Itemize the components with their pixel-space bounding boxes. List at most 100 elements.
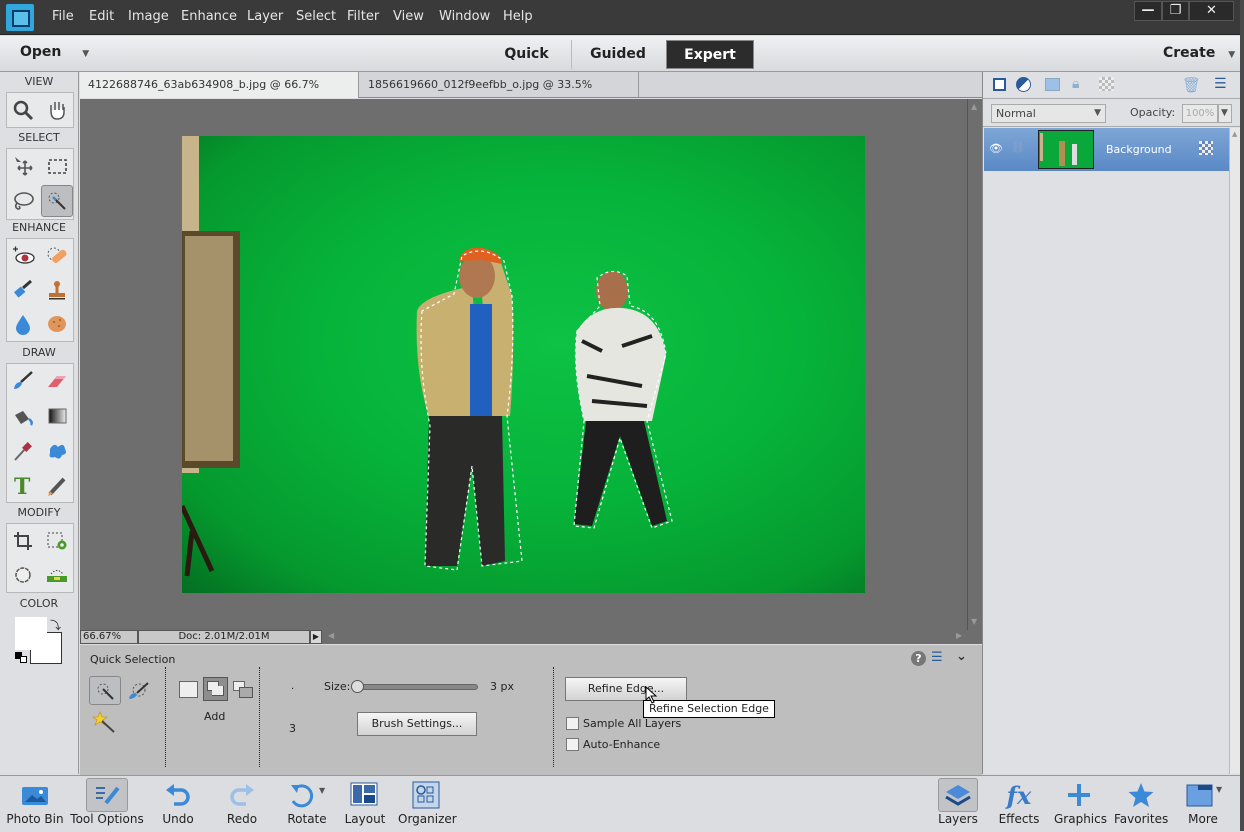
help-icon[interactable]: ?	[911, 651, 926, 666]
content-aware-move-tool[interactable]	[7, 559, 39, 591]
red-eye-tool[interactable]	[7, 240, 39, 272]
refine-edge-button[interactable]: Refine Edge...	[565, 677, 687, 701]
document-tab[interactable]: 1856619660_012f9eefbb_o.jpg @ 33.5%(RGB/…	[360, 72, 639, 117]
swap-colors-icon[interactable]: ⤵	[50, 617, 61, 633]
move-tool[interactable]	[7, 150, 39, 182]
close-window-button[interactable]: ✕	[1189, 1, 1234, 21]
menu-edit[interactable]: Edit	[89, 9, 114, 24]
open-button[interactable]: Open ▼	[20, 44, 89, 60]
scroll-left-icon[interactable]: ◀	[328, 631, 334, 640]
straighten-tool[interactable]	[41, 559, 73, 591]
subtract-selection-mode[interactable]	[233, 681, 253, 698]
layout-button[interactable]: Layout	[342, 778, 388, 832]
paint-bucket-tool[interactable]	[7, 400, 39, 432]
opacity-dropdown[interactable]: ▼	[1218, 104, 1232, 123]
document-tab-active[interactable]: 4122688746_63ab634908_b.jpg @ 66.7%(RGB/…	[80, 72, 359, 117]
document-image[interactable]	[182, 136, 865, 593]
tool-options-button[interactable]: Tool Options	[70, 778, 144, 832]
magic-wand-option[interactable]	[89, 707, 119, 737]
lock-icon[interactable]: 🔒︎	[1072, 76, 1079, 92]
mode-tab-expert[interactable]: Expert	[666, 40, 754, 69]
layer-mask-icon[interactable]	[1045, 78, 1060, 91]
menu-filter[interactable]: Filter	[347, 9, 379, 24]
custom-shape-tool[interactable]	[41, 435, 73, 467]
move-icon	[15, 157, 33, 176]
sample-all-layers-checkbox[interactable]	[566, 717, 579, 730]
undo-button[interactable]: Undo	[155, 778, 201, 832]
minimize-button[interactable]: —	[1134, 1, 1162, 21]
scroll-right-icon[interactable]: ▶	[956, 631, 962, 640]
gradient-tool[interactable]	[41, 400, 73, 432]
restore-button[interactable]: ❐	[1162, 1, 1189, 21]
zoom-level-field[interactable]: 66.67%	[80, 630, 138, 644]
brush-tool[interactable]	[7, 365, 39, 397]
eraser-tool[interactable]	[41, 365, 73, 397]
layer-name[interactable]: Background	[1106, 143, 1172, 156]
menu-select[interactable]: Select	[296, 9, 336, 24]
new-layer-icon[interactable]	[993, 78, 1006, 91]
smart-brush-tool[interactable]	[7, 274, 39, 306]
menu-window[interactable]: Window	[439, 9, 490, 24]
organizer-button[interactable]: Organizer	[398, 778, 457, 832]
lasso-tool[interactable]	[7, 185, 39, 217]
layer-row-background[interactable]: 👁︎ ⛓︎ Background	[984, 128, 1229, 171]
type-tool[interactable]: T	[7, 470, 39, 502]
opacity-field[interactable]: 100%	[1182, 104, 1218, 123]
app-logo-icon[interactable]	[6, 4, 34, 31]
create-button[interactable]: Create ▼	[1163, 45, 1235, 61]
menu-help[interactable]: Help	[503, 9, 533, 24]
clone-stamp-tool[interactable]	[41, 274, 73, 306]
layers-icon	[945, 785, 971, 806]
menu-image[interactable]: Image	[128, 9, 169, 24]
sponge-tool[interactable]	[41, 308, 73, 340]
scroll-up-icon[interactable]: ▲	[971, 102, 977, 111]
selection-brush-option[interactable]	[124, 676, 152, 705]
new-selection-mode[interactable]	[179, 681, 198, 698]
redo-button[interactable]: Redo	[219, 778, 265, 832]
menu-enhance[interactable]: Enhance	[181, 9, 237, 24]
hand-tool[interactable]	[41, 94, 73, 126]
scroll-up-icon[interactable]: ▲	[1232, 130, 1237, 138]
foreground-color-swatch[interactable]	[15, 617, 47, 650]
collapse-chevron-icon[interactable]: ⌄	[956, 649, 967, 664]
redo-label: Redo	[226, 812, 258, 826]
add-selection-mode[interactable]	[203, 677, 228, 701]
brush-settings-button[interactable]: Brush Settings...	[357, 712, 477, 736]
recompose-tool[interactable]	[41, 525, 73, 557]
panel-menu-icon[interactable]: ☰	[931, 650, 943, 665]
quick-selection-tool[interactable]	[41, 185, 73, 217]
mode-tab-quick[interactable]: Quick	[482, 40, 572, 69]
menu-file[interactable]: File	[52, 9, 74, 24]
eye-icon[interactable]: 👁︎	[989, 142, 1003, 155]
pencil-tool[interactable]	[41, 470, 73, 502]
scroll-down-icon[interactable]: ▼	[971, 617, 977, 626]
status-menu-arrow-icon[interactable]: ▶	[310, 630, 322, 644]
effects-button[interactable]: fx Effects	[996, 778, 1042, 832]
crop-tool[interactable]	[7, 525, 39, 557]
link-icon[interactable]: ⛓︎	[1011, 141, 1025, 154]
menu-layer[interactable]: Layer	[247, 9, 283, 24]
auto-enhance-checkbox[interactable]	[566, 738, 579, 751]
adjustment-layer-icon[interactable]	[1016, 77, 1031, 92]
favorites-button[interactable]: Favorites	[1114, 778, 1168, 832]
size-slider[interactable]	[351, 680, 478, 693]
eyedropper-tool[interactable]	[7, 435, 39, 467]
menu-view[interactable]: View	[393, 9, 424, 24]
mode-tab-guided[interactable]: Guided	[573, 40, 663, 69]
blend-mode-select[interactable]: Normal ▼	[991, 104, 1106, 123]
vertical-scrollbar[interactable]: ▲ ▼	[967, 99, 982, 630]
quick-selection-option[interactable]	[89, 676, 121, 705]
size-slider-thumb[interactable]	[351, 680, 364, 693]
zoom-tool[interactable]	[7, 94, 39, 126]
lock-transparency-icon[interactable]	[1099, 77, 1114, 91]
marquee-tool[interactable]	[41, 150, 73, 182]
rotate-button[interactable]: ▼ Rotate	[282, 778, 332, 832]
layers-button[interactable]: Layers	[938, 778, 978, 832]
spot-healing-tool[interactable]	[41, 240, 73, 272]
panel-menu-icon[interactable]: ☰	[1214, 76, 1227, 92]
blur-tool[interactable]	[7, 308, 39, 340]
photo-bin-button[interactable]: Photo Bin	[4, 778, 66, 832]
more-button[interactable]: ▼ More	[1180, 778, 1226, 832]
trash-icon[interactable]: 🗑︎	[1182, 76, 1201, 94]
graphics-button[interactable]: Graphics	[1054, 778, 1107, 832]
